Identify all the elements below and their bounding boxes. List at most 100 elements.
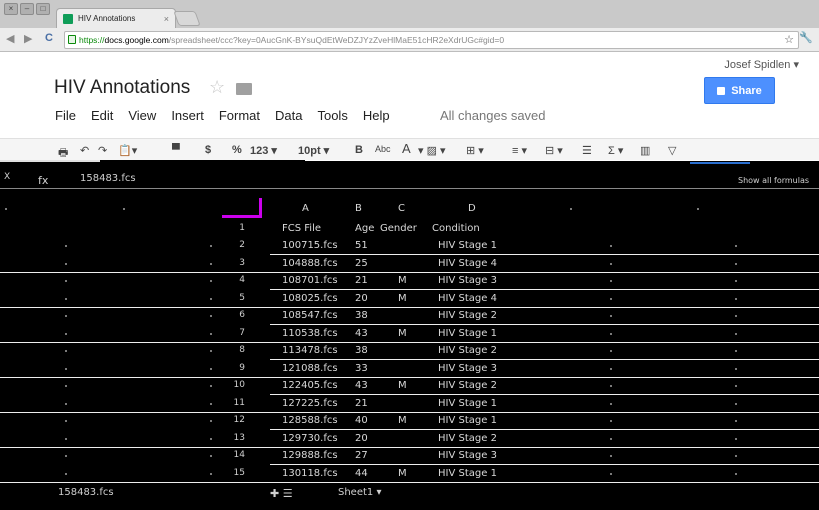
fcs-file-cell[interactable]: 121088.fcs	[282, 363, 338, 374]
browser-tab[interactable]: HIV Annotations ×	[56, 8, 176, 28]
fcs-file-cell[interactable]: 110538.fcs	[282, 328, 338, 339]
gender-cell[interactable]: M	[398, 415, 407, 426]
borders-icon[interactable]: ⊞ ▾	[466, 144, 484, 157]
menu-help[interactable]: Help	[363, 108, 390, 123]
age-cell[interactable]: 43	[355, 380, 368, 391]
condition-cell[interactable]: HIV Stage 2	[438, 380, 497, 391]
fcs-file-cell[interactable]: 128588.fcs	[282, 415, 338, 426]
fcs-file-cell[interactable]: 129730.fcs	[282, 433, 338, 444]
age-cell[interactable]: 21	[355, 398, 368, 409]
condition-cell[interactable]: HIV Stage 1	[438, 415, 497, 426]
wrench-icon[interactable]: 🔧	[799, 31, 813, 44]
row-number[interactable]: 4	[225, 275, 245, 285]
currency-button[interactable]: $	[205, 144, 211, 156]
fcs-file-cell[interactable]: 100715.fcs	[282, 240, 338, 251]
header-cell-age[interactable]: Age	[355, 223, 374, 234]
condition-cell[interactable]: HIV Stage 2	[438, 433, 497, 444]
gender-cell[interactable]: M	[398, 275, 407, 286]
new-tab-button[interactable]	[173, 11, 201, 26]
condition-cell[interactable]: HIV Stage 1	[438, 240, 497, 251]
close-window-button[interactable]: ×	[4, 3, 18, 15]
fcs-file-cell[interactable]: 127225.fcs	[282, 398, 338, 409]
condition-cell[interactable]: HIV Stage 3	[438, 450, 497, 461]
row-number[interactable]: 6	[225, 310, 245, 320]
condition-cell[interactable]: HIV Stage 2	[438, 310, 497, 321]
menu-format[interactable]: Format	[219, 108, 260, 123]
menu-file[interactable]: File	[55, 108, 76, 123]
age-cell[interactable]: 21	[355, 275, 368, 286]
gender-cell[interactable]: M	[398, 380, 407, 391]
menu-view[interactable]: View	[128, 108, 156, 123]
condition-cell[interactable]: HIV Stage 1	[438, 398, 497, 409]
age-cell[interactable]: 51	[355, 240, 368, 251]
row-number[interactable]: 7	[225, 328, 245, 338]
fcs-file-cell[interactable]: 129888.fcs	[282, 450, 338, 461]
row-number[interactable]: 5	[225, 293, 245, 303]
fcs-file-cell[interactable]: 108701.fcs	[282, 275, 338, 286]
row-number[interactable]: 8	[225, 345, 245, 355]
age-cell[interactable]: 20	[355, 433, 368, 444]
gender-cell[interactable]: M	[398, 328, 407, 339]
menu-tools[interactable]: Tools	[317, 108, 347, 123]
row-number[interactable]: 3	[225, 258, 245, 268]
share-button[interactable]: Share	[704, 77, 775, 104]
row-number[interactable]: 14	[225, 450, 245, 460]
row-number[interactable]: 15	[225, 468, 245, 478]
folder-icon[interactable]	[236, 83, 252, 95]
age-cell[interactable]: 27	[355, 450, 368, 461]
redo-icon[interactable]: ↷	[98, 144, 107, 157]
maximize-window-button[interactable]: □	[36, 3, 50, 15]
menu-edit[interactable]: Edit	[91, 108, 113, 123]
column-header-a[interactable]: A	[302, 203, 309, 214]
bold-button[interactable]: B	[355, 144, 363, 156]
functions-icon[interactable]: Σ ▾	[608, 144, 623, 157]
gender-cell[interactable]: M	[398, 468, 407, 479]
document-title[interactable]: HIV Annotations	[54, 77, 190, 99]
menu-insert[interactable]: Insert	[171, 108, 204, 123]
forward-arrow-icon[interactable]: ▶	[24, 32, 32, 45]
formula-input[interactable]: 158483.fcs	[80, 173, 136, 184]
row-number[interactable]: 12	[225, 415, 245, 425]
condition-cell[interactable]: HIV Stage 4	[438, 293, 497, 304]
condition-cell[interactable]: HIV Stage 1	[438, 328, 497, 339]
header-cell-fcs-file[interactable]: FCS File	[282, 223, 321, 234]
age-cell[interactable]: 33	[355, 363, 368, 374]
fcs-file-cell[interactable]: 122405.fcs	[282, 380, 338, 391]
row-number[interactable]: 1	[225, 223, 245, 233]
sheet-tab[interactable]: Sheet1 ▾	[338, 487, 381, 498]
chart-icon[interactable]: ▥	[640, 144, 650, 157]
align-icon[interactable]: ≡ ▾	[512, 144, 527, 157]
back-arrow-icon[interactable]: ◀	[6, 32, 14, 45]
star-icon[interactable]: ☆	[209, 77, 225, 98]
age-cell[interactable]: 38	[355, 310, 368, 321]
fcs-file-cell[interactable]: 108547.fcs	[282, 310, 338, 321]
age-cell[interactable]: 25	[355, 258, 368, 269]
menu-data[interactable]: Data	[275, 108, 302, 123]
show-formulas-link[interactable]: Show all formulas	[738, 176, 809, 185]
percent-button[interactable]: %	[232, 144, 242, 156]
condition-cell[interactable]: HIV Stage 2	[438, 345, 497, 356]
filter-icon[interactable]: ▽	[668, 144, 676, 157]
column-header-b[interactable]: B	[355, 203, 362, 214]
row-number[interactable]: 9	[225, 363, 245, 373]
age-cell[interactable]: 43	[355, 328, 368, 339]
text-color-button[interactable]: A	[402, 141, 411, 156]
fill-color-icon[interactable]: ▾ ▨ ▾	[418, 144, 446, 157]
add-sheet-icon[interactable]: ✚ ☰	[270, 487, 293, 500]
column-header-d[interactable]: D	[468, 203, 476, 214]
fcs-file-cell[interactable]: 130118.fcs	[282, 468, 338, 479]
number-format-dropdown[interactable]: 123 ▾	[250, 144, 277, 157]
age-cell[interactable]: 44	[355, 468, 368, 479]
strikethrough-button[interactable]: Abc	[375, 144, 391, 154]
minimize-window-button[interactable]: –	[20, 3, 34, 15]
cell-ref-label[interactable]: X	[4, 172, 10, 182]
header-cell-gender[interactable]: Gender	[380, 223, 417, 234]
condition-cell[interactable]: HIV Stage 3	[438, 363, 497, 374]
age-cell[interactable]: 38	[355, 345, 368, 356]
gender-cell[interactable]: M	[398, 293, 407, 304]
bookmark-star-icon[interactable]: ☆	[784, 32, 794, 48]
condition-cell[interactable]: HIV Stage 1	[438, 468, 497, 479]
row-number[interactable]: 11	[225, 398, 245, 408]
row-number[interactable]: 13	[225, 433, 245, 443]
age-cell[interactable]: 40	[355, 415, 368, 426]
